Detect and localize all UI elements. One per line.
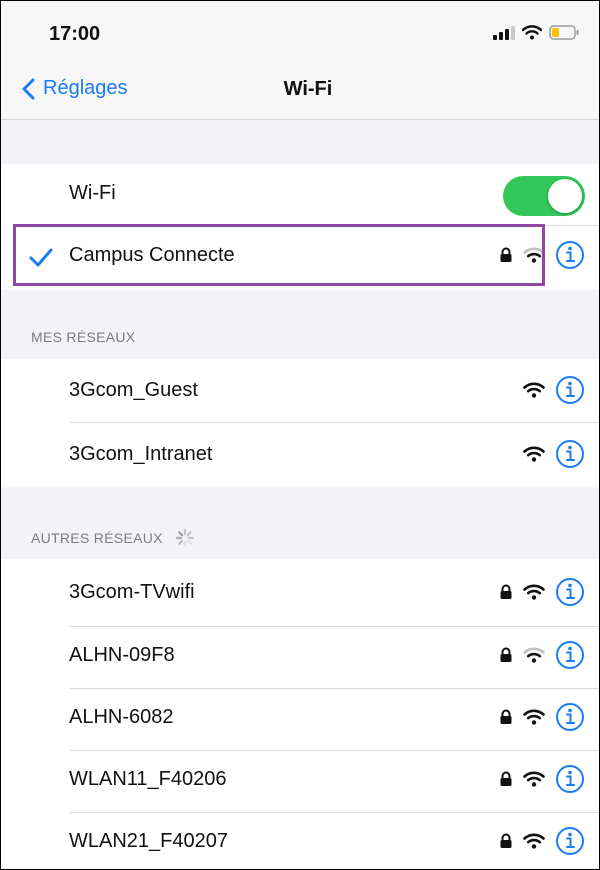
section-title: MES RÉSEAUX: [31, 329, 136, 345]
network-name: ALHN-6082: [69, 706, 174, 728]
navigation-bar: Réglages Wi-Fi: [1, 65, 599, 120]
network-row[interactable]: ALHN-6082: [1, 688, 599, 748]
network-name: WLAN21_F40207: [69, 830, 228, 852]
info-icon[interactable]: [555, 764, 585, 794]
network-status-icons: [499, 240, 585, 270]
network-row[interactable]: WLAN21_F40207: [1, 812, 599, 869]
wifi-signal-full-icon: [523, 771, 545, 787]
lock-icon: [499, 709, 513, 725]
network-row[interactable]: 3Gcom_Guest: [1, 361, 599, 421]
network-name: 3Gcom_Intranet: [69, 443, 213, 465]
wifi-group: Wi-Fi Campus Connecte: [1, 164, 599, 290]
info-icon[interactable]: [555, 577, 585, 607]
status-icons: [493, 25, 579, 40]
status-bar: 17:00: [1, 1, 599, 65]
lock-icon: [499, 647, 513, 663]
battery-icon: [549, 25, 579, 40]
info-icon[interactable]: [555, 439, 585, 469]
wifi-signal-full-icon: [523, 382, 545, 398]
network-name: ALHN-09F8: [69, 644, 175, 666]
network-name: WLAN11_F40206: [69, 768, 227, 790]
network-row[interactable]: 3Gcom_Intranet: [1, 425, 599, 485]
network-status-icons: [499, 764, 585, 794]
info-icon[interactable]: [555, 240, 585, 270]
checkmark-icon: [29, 247, 53, 267]
network-status-icons: [523, 375, 585, 405]
wifi-signal-full-icon: [523, 833, 545, 849]
network-row[interactable]: 3Gcom-TVwifi: [1, 563, 599, 623]
network-status-icons: [499, 826, 585, 856]
settings-screen: 17:00 Réglages Wi-Fi Wi-Fi Campus Connec…: [0, 0, 600, 870]
loading-spinner-icon: [175, 528, 195, 548]
section-title: AUTRES RÉSEAUX: [31, 530, 163, 546]
network-name: 3Gcom-TVwifi: [69, 581, 195, 603]
network-status-icons: [523, 439, 585, 469]
wifi-icon: [522, 25, 542, 40]
info-icon[interactable]: [555, 640, 585, 670]
network-row[interactable]: ALHN-09F8: [1, 626, 599, 686]
network-status-icons: [499, 640, 585, 670]
network-status-icons: [499, 577, 585, 607]
other-networks-group: 3Gcom-TVwifi ALHN-09F8 ALHN-6082 WLAN11_…: [1, 559, 599, 869]
my-networks-group: 3Gcom_Guest 3Gcom_Intranet: [1, 359, 599, 487]
lock-icon: [499, 247, 513, 263]
status-time: 17:00: [49, 23, 101, 45]
wifi-toggle-label: Wi-Fi: [69, 182, 116, 204]
network-name: Campus Connecte: [69, 244, 235, 266]
wifi-signal-weak-icon: [523, 647, 545, 663]
section-header-my-networks: MES RÉSEAUX: [31, 329, 135, 345]
lock-icon: [499, 584, 513, 600]
lock-icon: [499, 833, 513, 849]
network-row[interactable]: WLAN11_F40206: [1, 750, 599, 810]
signal-icon: [493, 25, 515, 40]
divider: [69, 422, 599, 423]
info-icon[interactable]: [555, 375, 585, 405]
info-icon[interactable]: [555, 826, 585, 856]
page-title: Wi-Fi: [283, 78, 333, 100]
info-icon[interactable]: [555, 702, 585, 732]
network-status-icons: [499, 702, 585, 732]
wifi-signal-weak-icon: [523, 247, 545, 263]
network-name: 3Gcom_Guest: [69, 379, 198, 401]
wifi-toggle-row: Wi-Fi: [1, 164, 599, 224]
lock-icon: [499, 771, 513, 787]
section-header-other-networks: AUTRES RÉSEAUX: [31, 528, 195, 548]
wifi-toggle[interactable]: [503, 176, 585, 216]
wifi-signal-full-icon: [523, 446, 545, 462]
wifi-signal-full-icon: [523, 584, 545, 600]
connected-network-row[interactable]: Campus Connecte: [1, 226, 599, 286]
wifi-signal-full-icon: [523, 709, 545, 725]
toggle-knob: [548, 179, 582, 213]
